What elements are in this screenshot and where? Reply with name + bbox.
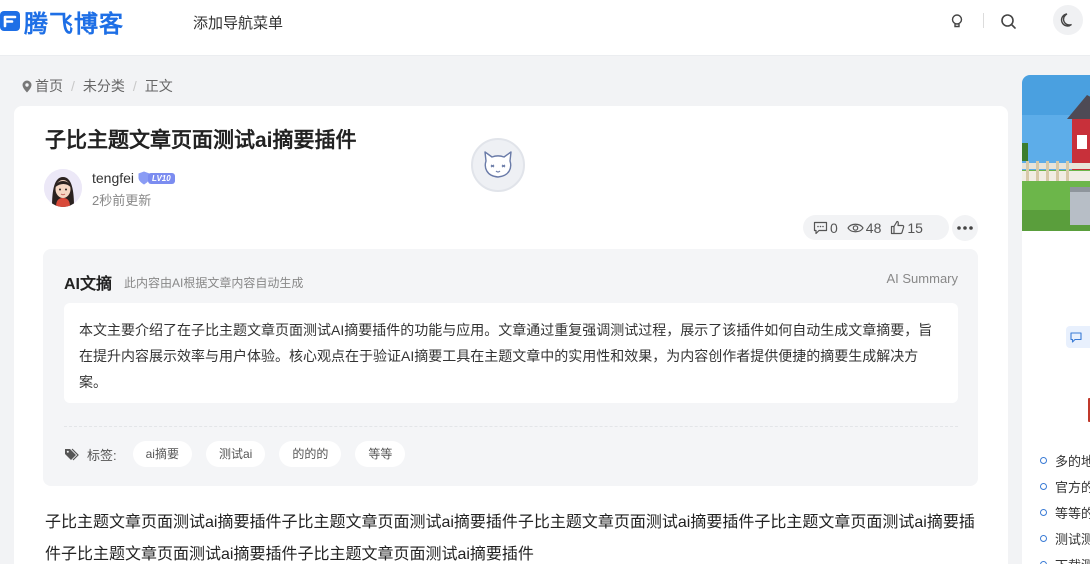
breadcrumb-category[interactable]: 未分类 bbox=[83, 76, 125, 96]
logo-mark-icon bbox=[0, 11, 20, 31]
ai-summary-label: AI Summary bbox=[886, 271, 958, 286]
ai-summary-title: AI文摘 bbox=[64, 276, 113, 293]
location-pin-icon bbox=[22, 80, 32, 92]
sidebar-image[interactable] bbox=[1022, 75, 1090, 231]
list-bullet-icon bbox=[1040, 456, 1047, 464]
eye-icon bbox=[847, 223, 864, 232]
more-dots-icon bbox=[957, 226, 973, 230]
avatar-image bbox=[44, 169, 82, 207]
breadcrumb-separator: / bbox=[71, 78, 75, 94]
header-divider bbox=[983, 13, 984, 28]
tags-icon bbox=[65, 448, 79, 460]
level-label: LV10 bbox=[148, 172, 175, 184]
level-badge: LV10 bbox=[138, 171, 175, 185]
comment-icon bbox=[813, 221, 828, 234]
list-item-label: 官方的 bbox=[1055, 479, 1090, 495]
page-title: 子比主题文章页面测试ai摘要插件 bbox=[45, 129, 357, 152]
farm-scene-image bbox=[1022, 75, 1090, 231]
list-item-label: 多的地 bbox=[1055, 453, 1090, 469]
ai-mascot-inner bbox=[471, 138, 525, 192]
ai-summary-subtitle: 此内容由AI根据文章内容自动生成 bbox=[124, 276, 304, 290]
tag-item[interactable]: 等等 bbox=[355, 441, 406, 467]
breadcrumb-current: 正文 bbox=[144, 78, 173, 94]
sidebar-panel: 多的地 官方的 等等的 测试测 下载测 bbox=[1022, 75, 1090, 564]
view-count: 48 bbox=[847, 219, 882, 236]
list-item[interactable]: 多的地 bbox=[1040, 447, 1090, 473]
ai-mascot bbox=[462, 129, 534, 201]
sidebar-comment-badge bbox=[1066, 326, 1090, 348]
tag-item[interactable]: 测试ai bbox=[205, 441, 266, 467]
post-stats: 0 48 15 bbox=[803, 215, 949, 240]
list-item-label: 测试测 bbox=[1055, 531, 1090, 547]
like-button[interactable]: 15 bbox=[890, 220, 923, 236]
comment-count-value: 0 bbox=[830, 219, 838, 236]
bulb-icon[interactable] bbox=[947, 11, 967, 31]
update-time: 2秒前更新 bbox=[92, 193, 152, 208]
comment-icon bbox=[1070, 331, 1082, 343]
tags-label: 标签: bbox=[87, 447, 117, 463]
moon-icon bbox=[1060, 13, 1072, 27]
breadcrumb: 首页 / 未分类 / 正文 bbox=[22, 76, 173, 96]
sidebar-post-list: 多的地 官方的 等等的 测试测 下载测 bbox=[1040, 447, 1090, 564]
ai-summary-box: AI文摘 此内容由AI根据文章内容自动生成 AI Summary 本文主要介绍了… bbox=[43, 249, 978, 486]
breadcrumb-home[interactable]: 首页 bbox=[35, 76, 63, 96]
tag-item[interactable]: 的的的 bbox=[279, 441, 342, 467]
cat-mascot-icon bbox=[484, 151, 512, 178]
list-item[interactable]: 等等的 bbox=[1040, 499, 1090, 525]
list-bullet-icon bbox=[1040, 508, 1047, 516]
list-item[interactable]: 测试测 bbox=[1040, 525, 1090, 551]
breadcrumb-separator: / bbox=[132, 78, 137, 94]
author-name[interactable]: tengfei bbox=[92, 170, 134, 186]
comment-count[interactable]: 0 bbox=[813, 220, 838, 236]
ai-summary-divider bbox=[64, 426, 958, 427]
list-item-label: 下载测 bbox=[1055, 555, 1090, 564]
like-count-value: 15 bbox=[907, 219, 923, 236]
list-bullet-icon bbox=[1040, 482, 1047, 490]
search-icon[interactable] bbox=[998, 11, 1018, 31]
list-item-label: 等等的 bbox=[1055, 505, 1090, 521]
site-logo[interactable]: 腾飞博客 bbox=[0, 7, 124, 38]
theme-toggle-button[interactable] bbox=[1053, 5, 1083, 35]
list-item[interactable]: 下载测 bbox=[1040, 551, 1090, 564]
top-navbar: 腾飞博客 添加导航菜单 bbox=[0, 0, 1090, 56]
thumbs-up-icon bbox=[891, 220, 905, 235]
more-options-button[interactable] bbox=[952, 215, 978, 241]
list-item[interactable]: 官方的 bbox=[1040, 473, 1090, 499]
nav-menu-add[interactable]: 添加导航菜单 bbox=[193, 12, 283, 33]
avatar[interactable] bbox=[44, 169, 82, 207]
ai-summary-content: 本文主要介绍了在子比主题文章页面测试AI摘要插件的功能与应用。文章通过重复强调测… bbox=[64, 303, 958, 403]
post-body-text: 子比主题文章页面测试ai摘要插件子比主题文章页面测试ai摘要插件子比主题文章页面… bbox=[45, 514, 975, 563]
list-bullet-icon bbox=[1040, 534, 1047, 542]
tag-item[interactable]: ai摘要 bbox=[132, 441, 192, 467]
list-bullet-icon bbox=[1040, 560, 1047, 564]
view-count-value: 48 bbox=[865, 219, 882, 236]
logo-text: 腾飞博客 bbox=[24, 9, 124, 38]
tag-list: 标签: ai摘要 测试ai 的的的 等等 bbox=[64, 441, 419, 467]
